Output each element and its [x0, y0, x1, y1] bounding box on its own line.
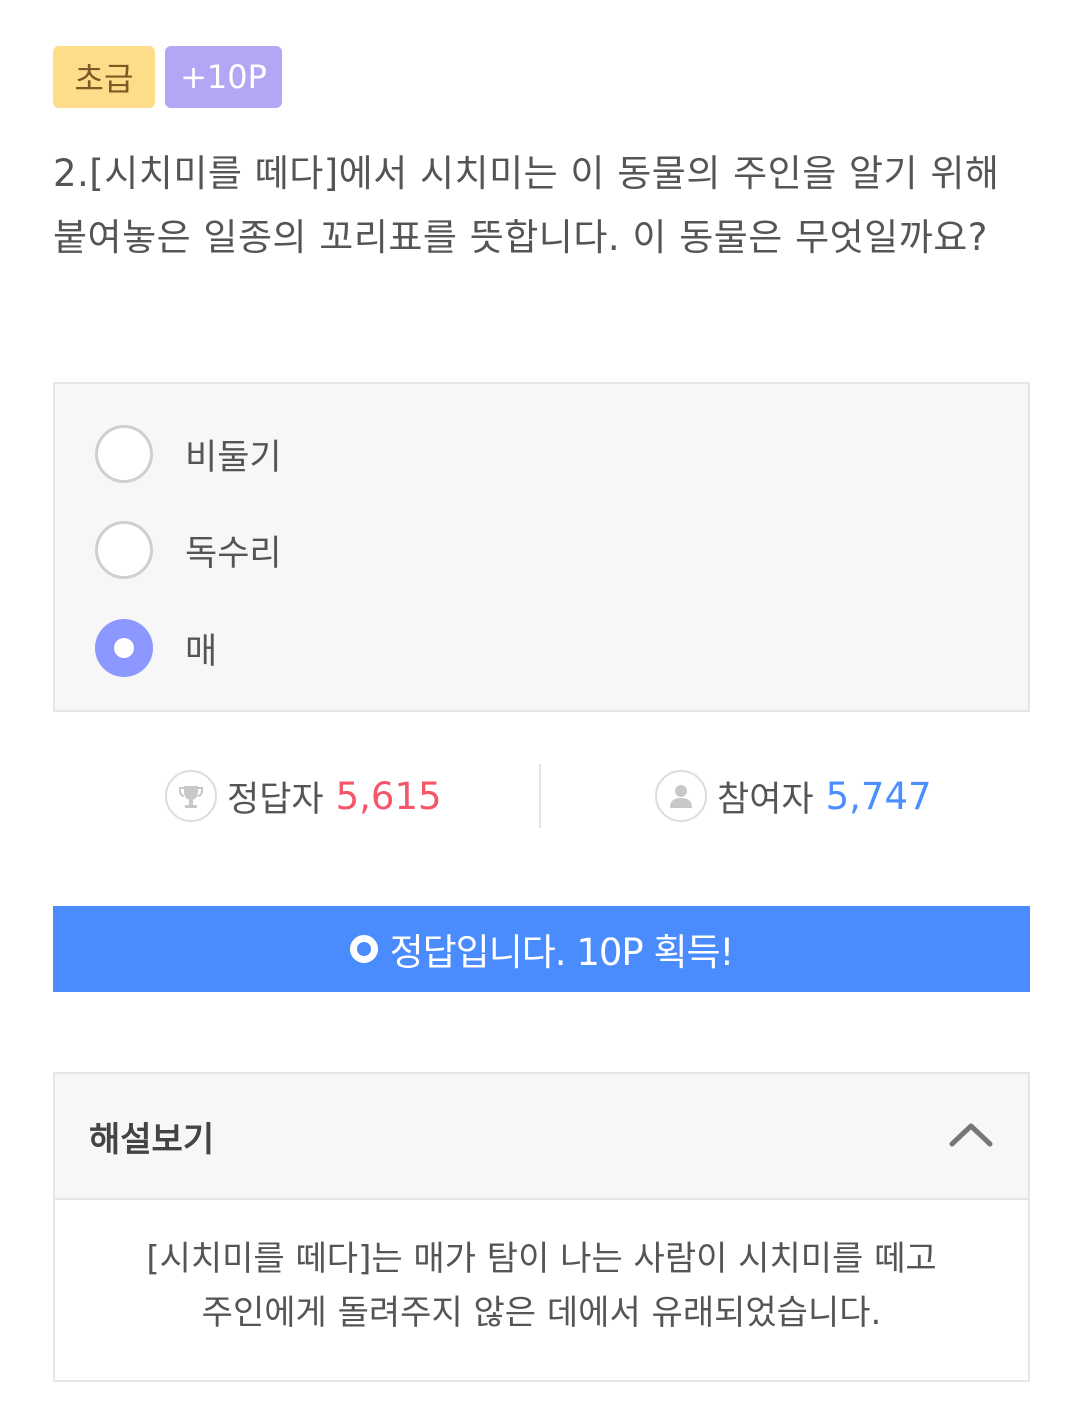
option-label: 매 — [185, 631, 218, 672]
option-pigeon[interactable]: 비둘기 — [95, 422, 282, 486]
trophy-icon — [165, 770, 217, 822]
user-icon — [655, 770, 707, 822]
option-label: 비둘기 — [185, 437, 282, 478]
explanation-text: [시치미를 떼다]는 매가 탐이 나는 사람이 시치미를 떼고 주인에게 돌려주… — [146, 1239, 937, 1333]
result-message: 정답입니다. 10P 획득! — [389, 931, 735, 974]
quiz-container: 초급 +10P 2.[시치미를 떼다]에서 시치미는 이 동물의 주인을 알기 … — [53, 46, 1030, 1382]
option-eagle[interactable]: 독수리 — [95, 518, 282, 582]
chevron-up-icon[interactable] — [948, 1120, 994, 1152]
stats-divider — [539, 764, 541, 828]
question-text: 2.[시치미를 떼다]에서 시치미는 이 동물의 주인을 알기 위해 붙여놓은 … — [53, 152, 1000, 259]
option-label: 독수리 — [185, 533, 282, 574]
correct-stat: 정답자 5,615 — [165, 764, 442, 828]
radio-button-selected[interactable] — [95, 619, 153, 677]
participant-label: 참여자 — [717, 779, 814, 820]
correct-label: 정답자 — [227, 779, 324, 820]
tag-row: 초급 +10P — [53, 46, 1030, 108]
correct-count: 5,615 — [335, 774, 442, 818]
radio-dot — [114, 638, 134, 658]
points-badge: +10P — [165, 46, 282, 108]
participant-count: 5,747 — [825, 774, 932, 818]
participant-stat: 참여자 5,747 — [655, 764, 932, 828]
radio-button[interactable] — [95, 521, 153, 579]
level-badge: 초급 — [53, 46, 155, 108]
answer-options: 비둘기 독수리 매 — [53, 382, 1030, 712]
explanation-toggle[interactable]: 해설보기 — [55, 1074, 1028, 1200]
option-hawk[interactable]: 매 — [95, 616, 217, 680]
result-banner: 정답입니다. 10P 획득! — [53, 906, 1030, 992]
stats-row: 정답자 5,615 참여자 5,747 — [53, 764, 1030, 828]
radio-button[interactable] — [95, 425, 153, 483]
circle-o-icon — [349, 935, 378, 963]
explanation-title: 해설보기 — [89, 1119, 215, 1160]
explanation-panel: 해설보기 [시치미를 떼다]는 매가 탐이 나는 사람이 시치미를 떼고 주인에… — [53, 1072, 1030, 1382]
